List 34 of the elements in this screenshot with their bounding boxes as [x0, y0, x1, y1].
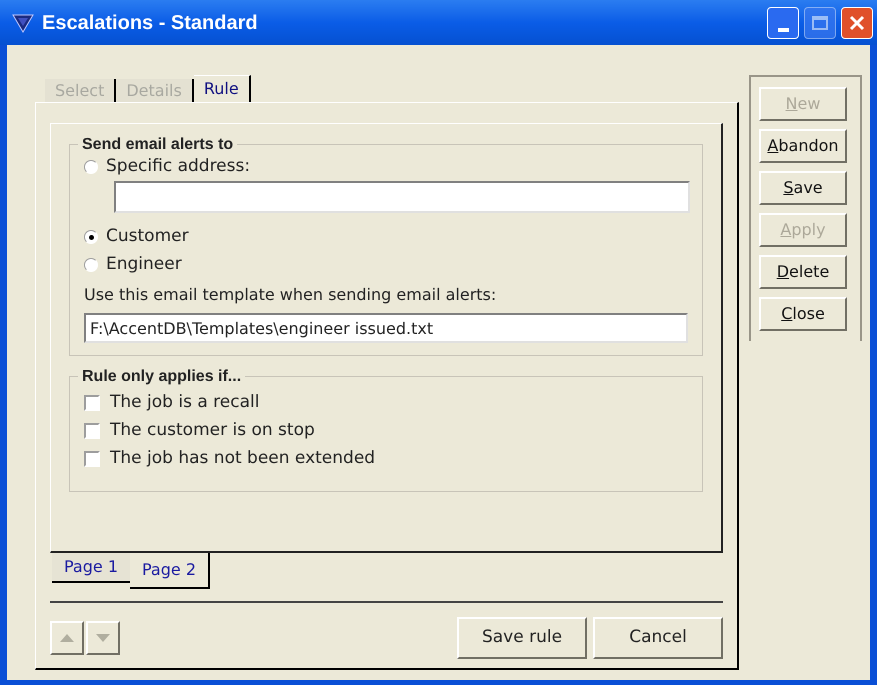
close-icon	[848, 14, 866, 32]
tab[interactable]: Rule	[194, 75, 251, 102]
minimize-button[interactable]	[767, 6, 799, 38]
checkbox-label: The job has not been extended	[110, 447, 376, 470]
dialog-button[interactable]: Cancel	[593, 617, 723, 659]
checkbox[interactable]	[84, 423, 100, 439]
down-triangle-icon	[96, 634, 110, 642]
checkbox-label: The customer is on stop	[110, 419, 315, 442]
radio-label: Specific address:	[106, 155, 250, 178]
radio-button[interactable]	[84, 258, 98, 272]
checkbox-label: The job is a recall	[110, 391, 260, 414]
page-tab[interactable]: Page 1	[52, 553, 130, 583]
template-field[interactable]: F:\AccentDB\Templates\engineer issued.txt	[84, 313, 688, 343]
side-button[interactable]: Save	[759, 171, 847, 205]
move-down-button[interactable]	[86, 621, 120, 655]
template-label: Use this email template when sending email alerts:	[84, 284, 498, 306]
close-button[interactable]	[841, 6, 873, 38]
triangle-logo-icon	[12, 12, 34, 32]
side-button[interactable]: Close	[759, 297, 847, 331]
radio-button[interactable]	[84, 160, 98, 174]
radio-button[interactable]	[84, 230, 98, 244]
page-tab[interactable]: Page 2	[130, 553, 210, 589]
address-field[interactable]	[114, 181, 690, 213]
window-title: Escalations - Standard	[42, 10, 258, 36]
side-button[interactable]: Abandon	[759, 129, 847, 163]
checkbox[interactable]	[84, 395, 100, 411]
radio-label: Engineer	[106, 253, 182, 276]
dialog-button[interactable]: Save rule	[457, 617, 587, 659]
maximize-button[interactable]	[804, 6, 836, 38]
move-up-button[interactable]	[50, 621, 84, 655]
checkbox[interactable]	[84, 451, 100, 467]
side-button[interactable]: Delete	[759, 255, 847, 289]
radio-label: Customer	[106, 225, 189, 248]
up-triangle-icon	[60, 634, 74, 642]
